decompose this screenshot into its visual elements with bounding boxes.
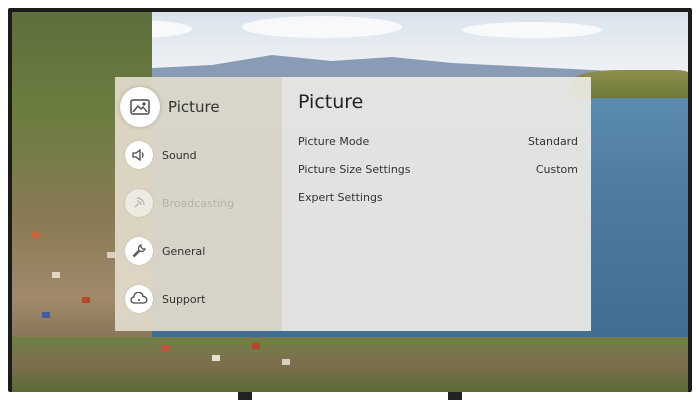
menu-row-expert-settings[interactable]: Expert Settings [298, 187, 578, 207]
tv-stand-right [448, 392, 462, 400]
bottom-town-background [12, 337, 688, 392]
menu-row-value: Custom [535, 162, 578, 176]
broadcasting-icon [125, 189, 153, 217]
settings-content: Picture Picture Mode Standard Picture Si… [282, 77, 591, 331]
menu-row-label: Picture Size Settings [298, 162, 411, 176]
settings-panel: Picture Sound Broadcasting General Suppo… [115, 77, 591, 331]
picture-icon [120, 87, 160, 127]
nav-label-broadcasting: Broadcasting [162, 196, 235, 210]
menu-row-picture-mode[interactable]: Picture Mode Standard [298, 131, 578, 151]
nav-item-general[interactable]: General [115, 231, 282, 271]
nav-item-picture[interactable]: Picture [115, 87, 282, 127]
wrench-icon [125, 237, 153, 265]
nav-item-sound[interactable]: Sound [115, 135, 282, 175]
menu-row-value: Standard [527, 134, 578, 148]
nav-label-picture: Picture [168, 98, 220, 116]
support-cloud-icon [125, 285, 153, 313]
menu-row-picture-size-settings[interactable]: Picture Size Settings Custom [298, 159, 578, 179]
nav-item-broadcasting: Broadcasting [115, 183, 282, 223]
settings-nav: Picture Sound Broadcasting General Suppo… [115, 77, 282, 331]
nav-label-support: Support [162, 292, 206, 306]
tv-stand-left [238, 392, 252, 400]
menu-row-label: Picture Mode [298, 134, 370, 148]
nav-item-support[interactable]: Support [115, 279, 282, 319]
sound-icon [125, 141, 153, 169]
nav-label-sound: Sound [162, 148, 197, 162]
content-title: Picture [298, 91, 364, 113]
menu-row-label: Expert Settings [298, 190, 383, 204]
nav-label-general: General [162, 244, 206, 258]
tv-screen: Picture Sound Broadcasting General Suppo… [12, 12, 688, 392]
